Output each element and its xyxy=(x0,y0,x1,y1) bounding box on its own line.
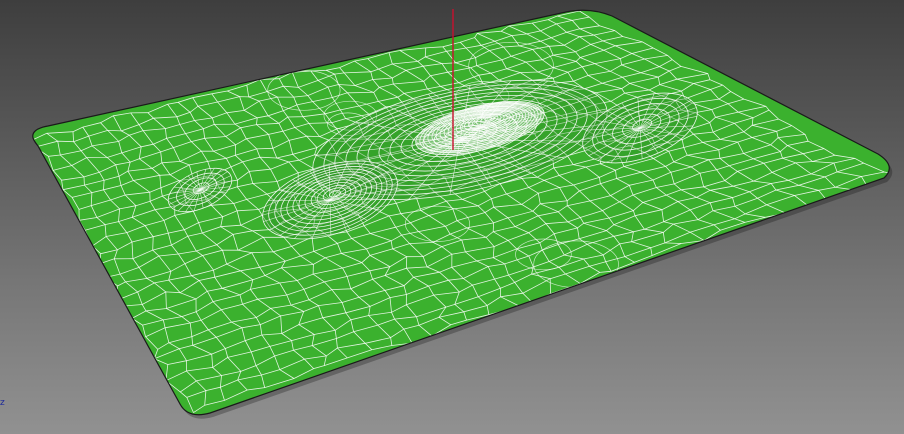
wire-edge-loop xyxy=(778,79,820,103)
3d-viewport[interactable]: z xyxy=(0,0,904,434)
wire-edge-loop xyxy=(763,63,826,98)
wire-edge-loop xyxy=(639,341,708,379)
viewport-canvas[interactable] xyxy=(0,0,904,434)
wire-edge-loop xyxy=(614,278,661,305)
viewport-axis-label: z xyxy=(0,398,5,408)
terrain-mesh-plate[interactable] xyxy=(32,10,890,415)
wire-edge-loop xyxy=(772,317,832,350)
wire-edge-loop xyxy=(60,270,101,293)
